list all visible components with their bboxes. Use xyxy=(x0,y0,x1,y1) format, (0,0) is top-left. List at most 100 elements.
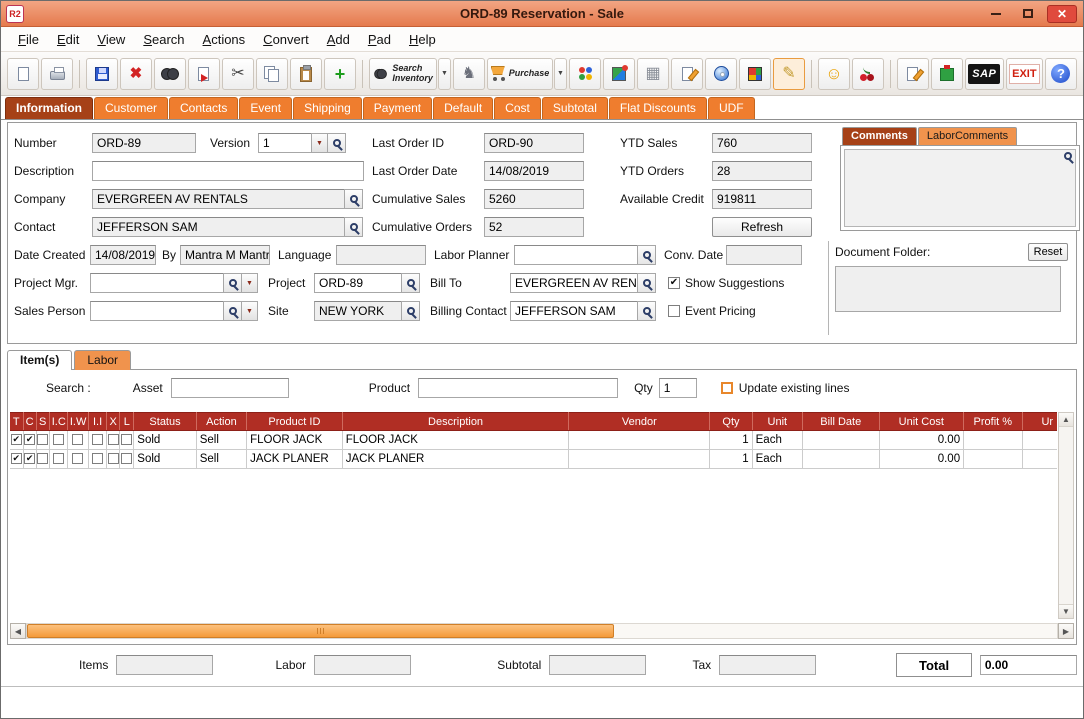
tab-default[interactable]: Default xyxy=(433,97,493,119)
purchase-button[interactable]: Purchase xyxy=(487,58,553,90)
save-button[interactable] xyxy=(86,58,118,90)
row-checkbox[interactable] xyxy=(92,434,103,445)
version-dropdown-button[interactable]: ▼ xyxy=(311,133,328,153)
sales-person-search-button[interactable] xyxy=(223,301,242,321)
row-checkbox[interactable] xyxy=(108,453,119,464)
delete-button[interactable]: ✖ xyxy=(120,58,152,90)
row-checkbox[interactable]: ✔ xyxy=(11,453,22,464)
menu-view[interactable]: View xyxy=(88,29,134,50)
scroll-right-button[interactable]: ▶ xyxy=(1058,623,1074,639)
reset-button[interactable]: Reset xyxy=(1028,243,1068,261)
package-button[interactable] xyxy=(931,58,963,90)
tab-shipping[interactable]: Shipping xyxy=(293,97,362,119)
labor-planner-field[interactable] xyxy=(514,245,638,265)
description-field[interactable] xyxy=(92,161,364,181)
site-search-button[interactable] xyxy=(401,301,420,321)
event-pricing-checkbox[interactable] xyxy=(668,305,680,317)
project-mgr-search-button[interactable] xyxy=(223,273,242,293)
close-button[interactable]: ✕ xyxy=(1047,5,1077,23)
sap-button[interactable]: SAP xyxy=(965,58,1004,90)
row-checkbox[interactable] xyxy=(72,434,83,445)
menu-pad[interactable]: Pad xyxy=(359,29,400,50)
menu-file[interactable]: File xyxy=(9,29,48,50)
asset-input[interactable] xyxy=(171,378,289,398)
menu-add[interactable]: Add xyxy=(318,29,359,50)
edit-document-button[interactable] xyxy=(671,58,703,90)
refresh-button[interactable]: Refresh xyxy=(712,217,812,237)
tab-flat-discounts[interactable]: Flat Discounts xyxy=(609,97,707,119)
billing-contact-search-button[interactable] xyxy=(637,301,656,321)
horizontal-scrollbar[interactable]: ◀ ▶ xyxy=(10,623,1074,639)
tab-event[interactable]: Event xyxy=(239,97,292,119)
row-checkbox[interactable] xyxy=(72,453,83,464)
row-checkbox[interactable] xyxy=(92,453,103,464)
disc-button[interactable] xyxy=(705,58,737,90)
highlight-pen-button[interactable]: ✎ xyxy=(773,58,805,90)
maximize-button[interactable] xyxy=(1015,5,1041,23)
version-search-button[interactable] xyxy=(327,133,346,153)
help-button[interactable]: ? xyxy=(1045,58,1077,90)
cherries-button[interactable] xyxy=(852,58,884,90)
exit-button[interactable]: EXIT xyxy=(1006,58,1043,90)
qty-input[interactable]: 1 xyxy=(659,378,697,398)
bill-to-search-button[interactable] xyxy=(637,273,656,293)
new-button[interactable] xyxy=(7,58,39,90)
menu-convert[interactable]: Convert xyxy=(254,29,318,50)
find-button[interactable] xyxy=(154,58,186,90)
tab-comments[interactable]: Comments xyxy=(842,127,917,145)
sales-person-dropdown-button[interactable]: ▼ xyxy=(241,301,258,321)
row-checkbox[interactable]: ✔ xyxy=(24,434,35,445)
update-existing-checkbox[interactable] xyxy=(721,382,733,394)
groups-button[interactable] xyxy=(569,58,601,90)
tab-items[interactable]: Item(s) xyxy=(7,350,72,370)
project-search-button[interactable] xyxy=(401,273,420,293)
contact-search-button[interactable] xyxy=(344,217,363,237)
grid-view-button[interactable]: ▦ xyxy=(637,58,669,90)
project-mgr-field[interactable] xyxy=(90,273,224,293)
scroll-left-button[interactable]: ◀ xyxy=(10,623,26,639)
table-row[interactable]: ✔ ✔ Sold Sell JACK PLANER JACK PLANER xyxy=(10,450,1057,469)
row-checkbox[interactable] xyxy=(37,453,48,464)
minimize-button[interactable] xyxy=(983,5,1009,23)
version-field[interactable]: 1 xyxy=(258,133,312,153)
row-checkbox[interactable] xyxy=(121,434,132,445)
vertical-scrollbar[interactable]: ▲ ▼ xyxy=(1058,412,1074,619)
purchase-dropdown-button[interactable]: ▼ xyxy=(554,58,567,90)
row-checkbox[interactable] xyxy=(121,453,132,464)
bill-to-field[interactable]: EVERGREEN AV RENT xyxy=(510,273,638,293)
row-checkbox[interactable] xyxy=(53,453,64,464)
tab-udf[interactable]: UDF xyxy=(708,97,755,119)
row-checkbox[interactable] xyxy=(37,434,48,445)
row-checkbox[interactable] xyxy=(108,434,119,445)
cube-button[interactable] xyxy=(739,58,771,90)
row-checkbox[interactable]: ✔ xyxy=(11,434,22,445)
tab-payment[interactable]: Payment xyxy=(363,97,432,119)
sales-person-field[interactable] xyxy=(90,301,224,321)
tab-contacts[interactable]: Contacts xyxy=(169,97,238,119)
tab-information[interactable]: Information xyxy=(5,97,93,119)
quick-find-button[interactable]: ♞ xyxy=(453,58,485,90)
tab-labor[interactable]: Labor xyxy=(74,350,131,370)
menu-edit[interactable]: Edit xyxy=(48,29,88,50)
scroll-down-button[interactable]: ▼ xyxy=(1059,604,1073,618)
row-checkbox[interactable] xyxy=(53,434,64,445)
tab-cost[interactable]: Cost xyxy=(494,97,541,119)
row-checkbox[interactable]: ✔ xyxy=(24,453,35,464)
scrollbar-track[interactable] xyxy=(26,623,1058,639)
export-button[interactable] xyxy=(188,58,220,90)
scrollbar-thumb[interactable] xyxy=(27,624,614,638)
table-row[interactable]: ✔ ✔ Sold Sell FLOOR JACK FLOOR JACK 1 xyxy=(10,431,1057,450)
product-input[interactable] xyxy=(418,378,618,398)
menu-search[interactable]: Search xyxy=(134,29,193,50)
tab-customer[interactable]: Customer xyxy=(94,97,168,119)
comments-search-icon[interactable] xyxy=(1064,152,1072,160)
billing-contact-field[interactable]: JEFFERSON SAM xyxy=(510,301,638,321)
paste-button[interactable] xyxy=(290,58,322,90)
tab-subtotal[interactable]: Subtotal xyxy=(542,97,608,119)
print-button[interactable] xyxy=(41,58,73,90)
add-line-button[interactable]: + xyxy=(324,58,356,90)
cut-button[interactable]: ✂ xyxy=(222,58,254,90)
menu-actions[interactable]: Actions xyxy=(194,29,255,50)
show-suggestions-checkbox[interactable]: ✔ xyxy=(668,277,680,289)
smiley-button[interactable]: ☺ xyxy=(818,58,850,90)
